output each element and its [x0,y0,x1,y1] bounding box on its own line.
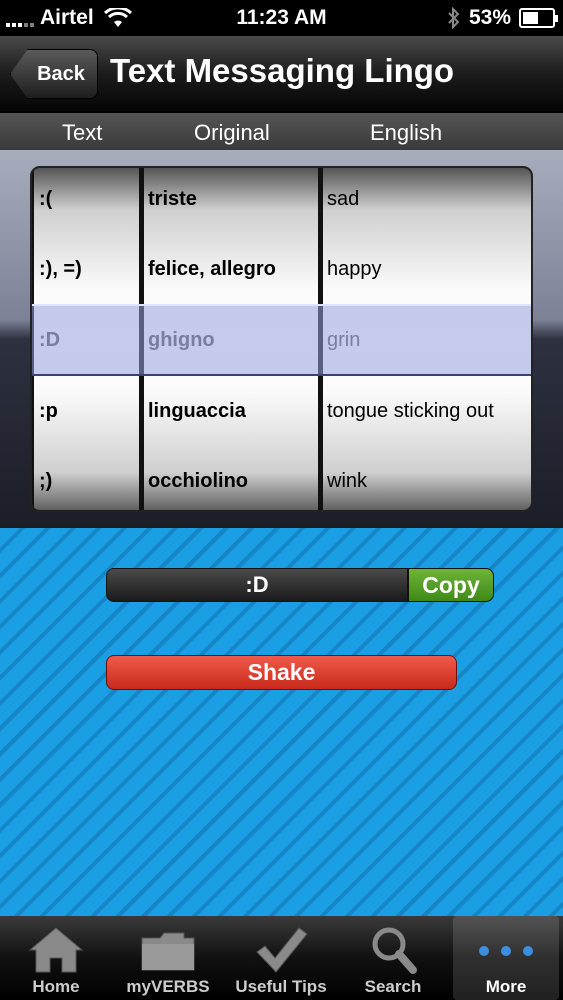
selected-text-field[interactable]: :D [106,568,408,602]
shake-button[interactable]: Shake [106,655,457,690]
bluetooth-icon [448,7,460,29]
page-title: Text Messaging Lingo [110,52,455,89]
picker-cell-text: :( [39,188,53,210]
tab-myverbs[interactable]: myVERBS [112,916,224,1000]
picker-cell-english: wink [327,470,368,492]
column-header-original: Original [194,120,270,145]
column-header: Text Original English [0,113,563,150]
picker-selection-indicator [32,304,531,376]
navigation-bar: Back Text Messaging Lingo [0,36,563,112]
column-header-text: Text [62,120,103,145]
status-right: 53% [447,6,558,30]
tab-label: More [485,977,527,996]
picker-cell-text: :p [39,400,58,422]
magnifier-icon [372,927,417,974]
home-icon [28,927,84,973]
picker-cell-english: sad [327,188,360,210]
tab-label: Home [32,977,80,996]
tab-label: myVERBS [126,977,210,996]
status-bar: Airtel 11:23 AM 53% [0,0,563,36]
content-area: :D Copy Shake [0,528,563,916]
picker-cell-text: ;) [39,470,53,492]
tab-more[interactable]: More [453,916,559,1000]
battery-icon [519,8,558,28]
more-dots-icon [479,946,533,956]
picker-frame: :( :), =) :D :p ;) triste felice, allegr… [30,166,533,512]
picker-cell-original: linguaccia [148,400,246,422]
picker-cell-original: felice, allegro [148,258,276,280]
picker-cell-english: tongue sticking out [327,400,494,422]
checkmark-icon [256,927,308,973]
tab-home[interactable]: Home [0,916,112,1000]
folder-icon [141,932,195,971]
copy-button[interactable]: Copy [408,568,494,602]
picker-cell-english: happy [327,258,382,280]
tab-label: Useful Tips [235,977,327,996]
picker-cell-original: occhiolino [148,470,248,492]
battery-percent: 53% [468,6,511,29]
picker-cell-original: triste [148,188,197,210]
tab-bar: Home myVERBS Useful Tips Search More [0,916,563,1000]
tab-search[interactable]: Search [337,916,449,1000]
tab-useful-tips[interactable]: Useful Tips [225,916,337,1000]
picker-cell-text: :), =) [39,258,82,280]
tab-label: Search [364,977,422,996]
back-button[interactable]: Back [10,49,98,99]
picker-area: :( :), =) :D :p ;) triste felice, allegr… [0,150,563,528]
column-header-english: English [370,120,443,145]
